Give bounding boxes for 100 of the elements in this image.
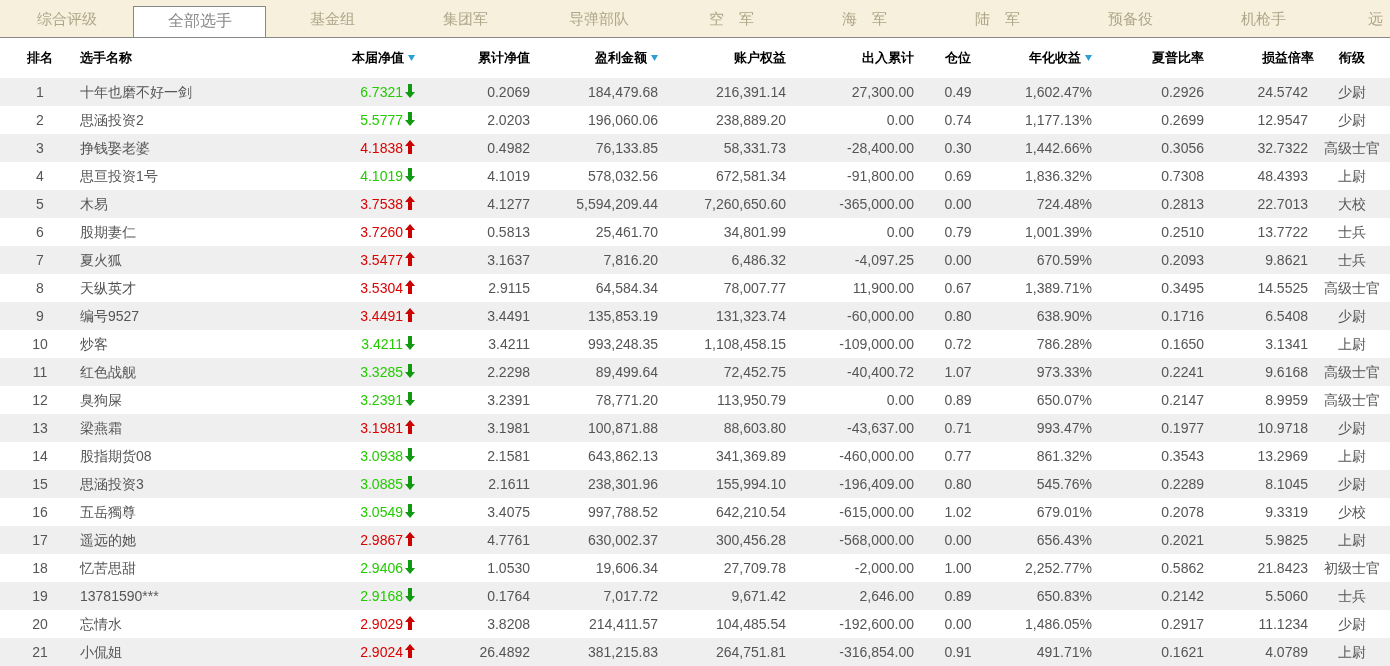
flow-cell: -568,000.00 [839,531,914,548]
flow-cell: -40,400.72 [847,363,914,380]
column-header[interactable]: 夏普比率 [1092,38,1204,78]
player-name-cell[interactable]: 五岳獨尊 [80,503,136,520]
position-cell: 0.77 [944,447,972,464]
player-name-cell[interactable]: 思涵投资2 [80,111,144,128]
cumulative-value-cell: 3.4491 [487,307,530,324]
profit-cell: 643,862.13 [587,447,658,464]
military-rank-cell: 初级士官 [1324,559,1380,576]
player-name-cell[interactable]: 挣钱娶老婆 [80,139,150,156]
player-name-cell[interactable]: 忆苦思甜 [80,559,136,576]
rank-cell: 16 [32,503,48,520]
profit-cell: 19,606.34 [595,559,658,576]
column-header[interactable]: 排名 [0,38,80,78]
column-header[interactable]: 累计净值 [423,38,530,78]
column-header[interactable]: 本届净值 [300,38,423,78]
flow-cell: -4,097.25 [854,251,914,268]
sharpe-cell: 0.2926 [1161,83,1204,100]
annual-return-cell: 1,001.39% [1025,223,1092,240]
player-name-cell[interactable]: 小侃姐 [80,643,122,660]
column-header[interactable]: 衔级 [1314,38,1390,78]
player-name-cell[interactable]: 股期妻仁 [80,223,136,240]
cumulative-value-cell: 4.1019 [487,167,530,184]
annual-return-cell: 670.59% [1036,251,1092,268]
column-header[interactable]: 损益倍率 [1204,38,1314,78]
profit-loss-ratio-cell: 9.6168 [1265,363,1308,380]
player-name-cell[interactable]: 天纵英才 [80,279,136,296]
player-name-cell[interactable]: 编号9527 [80,307,140,324]
sharpe-cell: 0.2241 [1161,363,1204,380]
net-value-cell: 2.9024 [360,643,403,660]
player-name-cell[interactable]: 红色战舰 [80,363,136,380]
player-name-cell[interactable]: 忘情水 [80,615,122,632]
profit-cell: 135,853.19 [587,307,658,324]
rank-cell: 19 [32,587,48,604]
column-header[interactable]: 出入累计 [786,38,914,78]
position-cell: 0.00 [944,531,972,548]
annual-return-cell: 656.43% [1036,531,1092,548]
flow-cell: 0.00 [886,391,914,408]
player-name-cell[interactable]: 股指期货08 [80,447,152,464]
equity-cell: 27,709.78 [723,559,786,576]
equity-cell: 58,331.73 [723,139,786,156]
net-value-cell: 2.9867 [360,531,403,548]
player-name-cell[interactable]: 梁燕霜 [80,419,122,436]
player-name-cell[interactable]: 十年也磨不好一剑 [80,83,192,100]
position-cell: 0.74 [944,111,972,128]
column-header[interactable]: 账户权益 [658,38,786,78]
cumulative-value-cell: 0.1764 [487,587,530,604]
net-value-cell: 3.4211 [361,335,403,352]
player-name-cell[interactable]: 炒客 [80,335,108,352]
profit-loss-ratio-cell: 5.5060 [1265,587,1308,604]
rank-cell: 10 [32,335,48,352]
equity-cell: 672,581.34 [715,167,786,184]
flow-cell: 11,900.00 [852,279,914,296]
profit-loss-ratio-cell: 12.9547 [1257,111,1308,128]
sharpe-cell: 0.2093 [1161,251,1204,268]
column-header[interactable]: 盈利金额 [530,38,658,78]
net-value-cell: 3.0938 [360,447,403,464]
column-header[interactable]: 仓位 [914,38,1002,78]
rank-cell: 17 [32,531,48,548]
military-rank-cell: 少尉 [1338,475,1366,492]
player-name-cell[interactable]: 臭狗屎 [80,391,122,408]
military-rank-cell: 上尉 [1338,447,1366,464]
profit-loss-ratio-cell: 8.1045 [1265,475,1308,492]
military-rank-cell: 高级士官 [1324,391,1380,408]
position-cell: 0.00 [944,195,972,212]
category-tab[interactable]: 全部选手 [133,6,266,37]
flow-cell: -196,409.00 [839,475,914,492]
net-value-cell: 3.5477 [360,251,403,268]
player-name-cell[interactable]: 木易 [80,195,108,212]
position-cell: 0.80 [944,307,972,324]
player-name-cell[interactable]: 思涵投资3 [80,475,144,492]
sharpe-cell: 0.2917 [1161,615,1204,632]
rank-cell: 15 [32,475,48,492]
profit-loss-ratio-cell: 4.0789 [1265,643,1308,660]
sharpe-cell: 0.1977 [1161,419,1204,436]
cumulative-value-cell: 3.4211 [488,335,530,352]
player-name-cell[interactable]: 遥远的她 [80,531,136,548]
net-value-cell: 3.0549 [360,503,403,520]
equity-cell: 6,486.32 [731,251,786,268]
military-rank-cell: 少尉 [1338,111,1366,128]
sharpe-cell: 0.1716 [1161,307,1204,324]
annual-return-cell: 993.47% [1036,419,1092,436]
column-header[interactable]: 年化收益 [1002,38,1092,78]
player-name-cell[interactable]: 思亘投资1号 [80,167,158,184]
flow-cell: -615,000.00 [839,503,914,520]
profit-cell: 89,499.64 [595,363,658,380]
player-name-cell[interactable]: 13781590*** [80,587,159,604]
position-cell: 0.00 [944,615,972,632]
cumulative-value-cell: 3.2391 [487,391,530,408]
position-cell: 0.00 [944,251,972,268]
net-value-cell: 3.5304 [360,279,403,296]
player-name-cell[interactable]: 夏火狐 [80,251,122,268]
sharpe-cell: 0.2147 [1161,391,1204,408]
annual-return-cell: 1,602.47% [1025,83,1092,100]
military-rank-cell: 上尉 [1338,167,1366,184]
rank-cell: 12 [32,391,48,408]
annual-return-cell: 679.01% [1036,503,1092,520]
profit-loss-ratio-cell: 13.7722 [1257,223,1308,240]
profit-cell: 997,788.52 [587,503,658,520]
column-header[interactable]: 选手名称 [80,38,300,78]
